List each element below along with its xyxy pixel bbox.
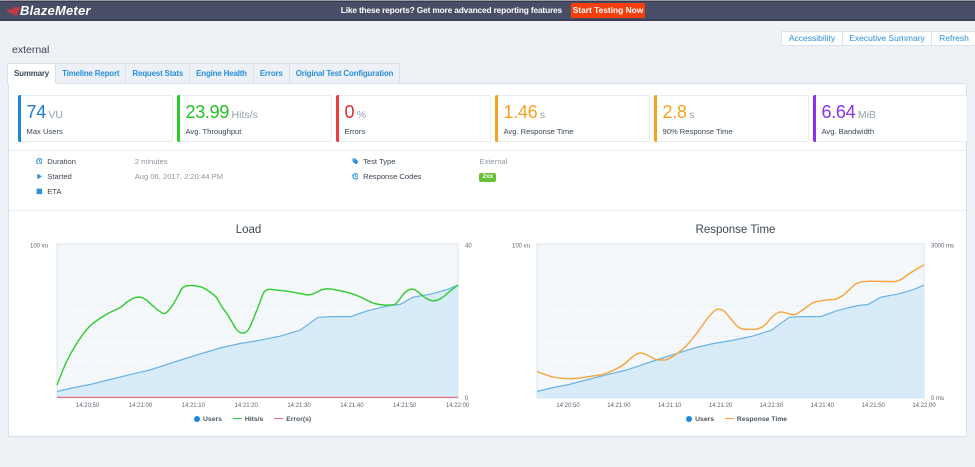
- svg-text:14:21:50: 14:21:50: [862, 403, 886, 409]
- svg-text:14:20:50: 14:20:50: [76, 403, 100, 409]
- svg-text:14:21:20: 14:21:20: [709, 403, 733, 409]
- svg-text:3000 ms: 3000 ms: [931, 244, 954, 250]
- svg-text:14:21:00: 14:21:00: [607, 403, 631, 409]
- svg-text:14:21:20: 14:21:20: [235, 403, 259, 409]
- svg-text:14:21:50: 14:21:50: [393, 403, 417, 409]
- svg-text:14:20:50: 14:20:50: [556, 403, 580, 409]
- svg-text:14:21:40: 14:21:40: [340, 403, 364, 409]
- svg-text:14:21:40: 14:21:40: [811, 403, 835, 409]
- svg-text:100 vu: 100 vu: [30, 244, 48, 250]
- svg-text:100 vu: 100 vu: [512, 244, 530, 250]
- svg-text:0 ms: 0 ms: [931, 396, 944, 402]
- svg-text:14:21:30: 14:21:30: [287, 403, 311, 409]
- svg-text:14:21:10: 14:21:10: [182, 403, 206, 409]
- svg-text:14:22:00: 14:22:00: [912, 403, 936, 409]
- svg-text:14:22:00: 14:22:00: [446, 403, 470, 409]
- svg-text:0: 0: [465, 396, 469, 402]
- svg-text:40: 40: [465, 244, 472, 250]
- svg-text:14:21:30: 14:21:30: [760, 403, 784, 409]
- svg-text:14:21:00: 14:21:00: [129, 403, 153, 409]
- svg-text:14:21:10: 14:21:10: [658, 403, 682, 409]
